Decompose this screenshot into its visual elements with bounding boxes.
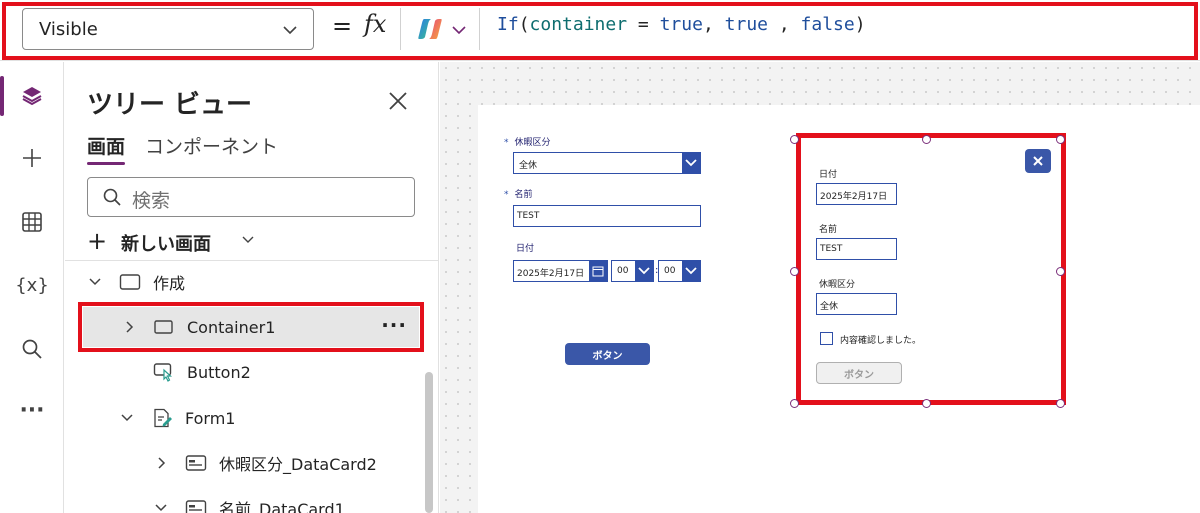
tree-node-screen[interactable]: 作成 bbox=[87, 262, 185, 302]
tree-view-nav[interactable] bbox=[0, 66, 64, 126]
dropdown-button[interactable] bbox=[635, 261, 653, 281]
hour-dropdown[interactable]: 00 bbox=[611, 260, 654, 282]
panel-title: ツリー ビュー bbox=[87, 90, 253, 120]
container-leave-type-input[interactable]: 全休 bbox=[816, 293, 897, 315]
button-icon bbox=[153, 363, 173, 382]
chevron-down-icon bbox=[685, 159, 697, 167]
node-label: 名前_DataCard1 bbox=[219, 500, 345, 513]
card-icon bbox=[185, 500, 207, 513]
data-nav[interactable] bbox=[0, 192, 64, 252]
chevron-down-icon bbox=[638, 267, 650, 275]
node-label: Button2 bbox=[187, 362, 251, 382]
leave-type-dropdown[interactable]: 全休 bbox=[513, 152, 701, 174]
container-name-label: 名前 bbox=[819, 225, 838, 235]
highlight-frame bbox=[78, 302, 424, 352]
highlight-frame bbox=[2, 2, 1198, 60]
minute-dropdown[interactable]: 00 bbox=[658, 260, 701, 282]
design-canvas: * 休暇区分 全休 * 名前 TEST 日付 2025年2月17日 00 : 00 bbox=[440, 62, 1200, 513]
chevron-down-icon bbox=[89, 278, 101, 286]
variables-icon: {x} bbox=[15, 274, 49, 296]
resize-handle[interactable] bbox=[1056, 135, 1065, 144]
new-screen-label: 新しい画面 bbox=[121, 234, 211, 255]
insert-nav[interactable] bbox=[0, 128, 64, 188]
confirm-checkbox[interactable] bbox=[820, 332, 833, 345]
tree-node-name-datacard[interactable]: 名前_DataCard1 bbox=[153, 488, 345, 513]
resize-handle[interactable] bbox=[1056, 399, 1065, 408]
tree-node-form1[interactable]: Form1 bbox=[119, 398, 235, 438]
container-leave-type-label: 休暇区分 bbox=[819, 280, 856, 290]
power-apps-studio: Visible = fx If(container = true, true ,… bbox=[0, 0, 1200, 513]
container-date-label: 日付 bbox=[819, 170, 838, 180]
search-placeholder: 検索 bbox=[132, 190, 171, 212]
formula-bar: Visible = fx If(container = true, true ,… bbox=[0, 0, 1200, 61]
left-rail: {x} ··· bbox=[0, 62, 64, 513]
chevron-down-icon bbox=[155, 504, 167, 512]
resize-handle[interactable] bbox=[790, 267, 799, 276]
resize-handle[interactable] bbox=[922, 399, 931, 408]
button-primary[interactable]: ボタン bbox=[565, 343, 650, 365]
tree-node-button2[interactable]: Button2 bbox=[153, 352, 251, 392]
name-input[interactable]: TEST bbox=[513, 205, 701, 227]
calendar-icon bbox=[592, 266, 604, 277]
close-icon[interactable] bbox=[385, 88, 411, 114]
dropdown-button[interactable] bbox=[682, 153, 700, 173]
close-icon bbox=[1033, 156, 1043, 166]
node-label: Form1 bbox=[185, 408, 236, 428]
resize-handle[interactable] bbox=[790, 135, 799, 144]
leave-type-label: * 休暇区分 bbox=[504, 138, 551, 148]
date-label: 日付 bbox=[516, 244, 535, 254]
variables-nav[interactable]: {x} bbox=[0, 255, 64, 315]
date-picker[interactable]: 2025年2月17日 bbox=[513, 260, 608, 282]
button-disabled[interactable]: ボタン bbox=[816, 362, 902, 384]
plus-icon bbox=[23, 149, 41, 167]
divider bbox=[65, 260, 439, 261]
search-nav[interactable] bbox=[0, 319, 64, 379]
resize-handle[interactable] bbox=[1056, 267, 1065, 276]
container-date-input[interactable]: 2025年2月17日 bbox=[816, 183, 897, 205]
confirm-checkbox-label: 内容確認しました。 bbox=[840, 336, 922, 346]
more-icon: ··· bbox=[19, 397, 45, 423]
chevron-right-icon bbox=[158, 457, 166, 469]
chevron-down-icon bbox=[242, 236, 254, 243]
dropdown-button[interactable] bbox=[682, 261, 700, 281]
layers-icon bbox=[22, 87, 42, 106]
name-label: * 名前 bbox=[504, 190, 533, 200]
search-input[interactable]: 検索 bbox=[87, 177, 415, 217]
form-icon bbox=[154, 408, 172, 428]
screen-icon bbox=[119, 274, 141, 290]
resize-handle[interactable] bbox=[790, 399, 799, 408]
resize-handle[interactable] bbox=[922, 135, 931, 144]
node-label: 作成 bbox=[153, 274, 186, 293]
app-screen[interactable]: * 休暇区分 全休 * 名前 TEST 日付 2025年2月17日 00 : 00 bbox=[478, 105, 1200, 513]
container-name-input[interactable]: TEST bbox=[816, 238, 897, 260]
calendar-button[interactable] bbox=[589, 261, 607, 281]
tree-node-leave-datacard[interactable]: 休暇区分_DataCard2 bbox=[153, 443, 377, 483]
tab-screens[interactable]: 画面 bbox=[87, 132, 126, 165]
node-label: 休暇区分_DataCard2 bbox=[219, 455, 377, 474]
tab-components[interactable]: コンポーネント bbox=[145, 132, 278, 159]
card-icon bbox=[185, 455, 207, 471]
tree-view-panel: ツリー ビュー 画面 コンポーネント 検索 + 新しい画面 作成 Contain… bbox=[65, 62, 439, 513]
table-icon bbox=[22, 212, 42, 232]
close-button[interactable] bbox=[1025, 149, 1051, 173]
more-nav[interactable]: ··· bbox=[0, 380, 64, 440]
search-icon bbox=[103, 188, 121, 206]
search-icon bbox=[22, 339, 42, 359]
plus-icon: + bbox=[87, 227, 108, 255]
scrollbar[interactable] bbox=[425, 372, 433, 513]
chevron-down-icon bbox=[685, 267, 697, 275]
chevron-down-icon bbox=[121, 414, 133, 422]
